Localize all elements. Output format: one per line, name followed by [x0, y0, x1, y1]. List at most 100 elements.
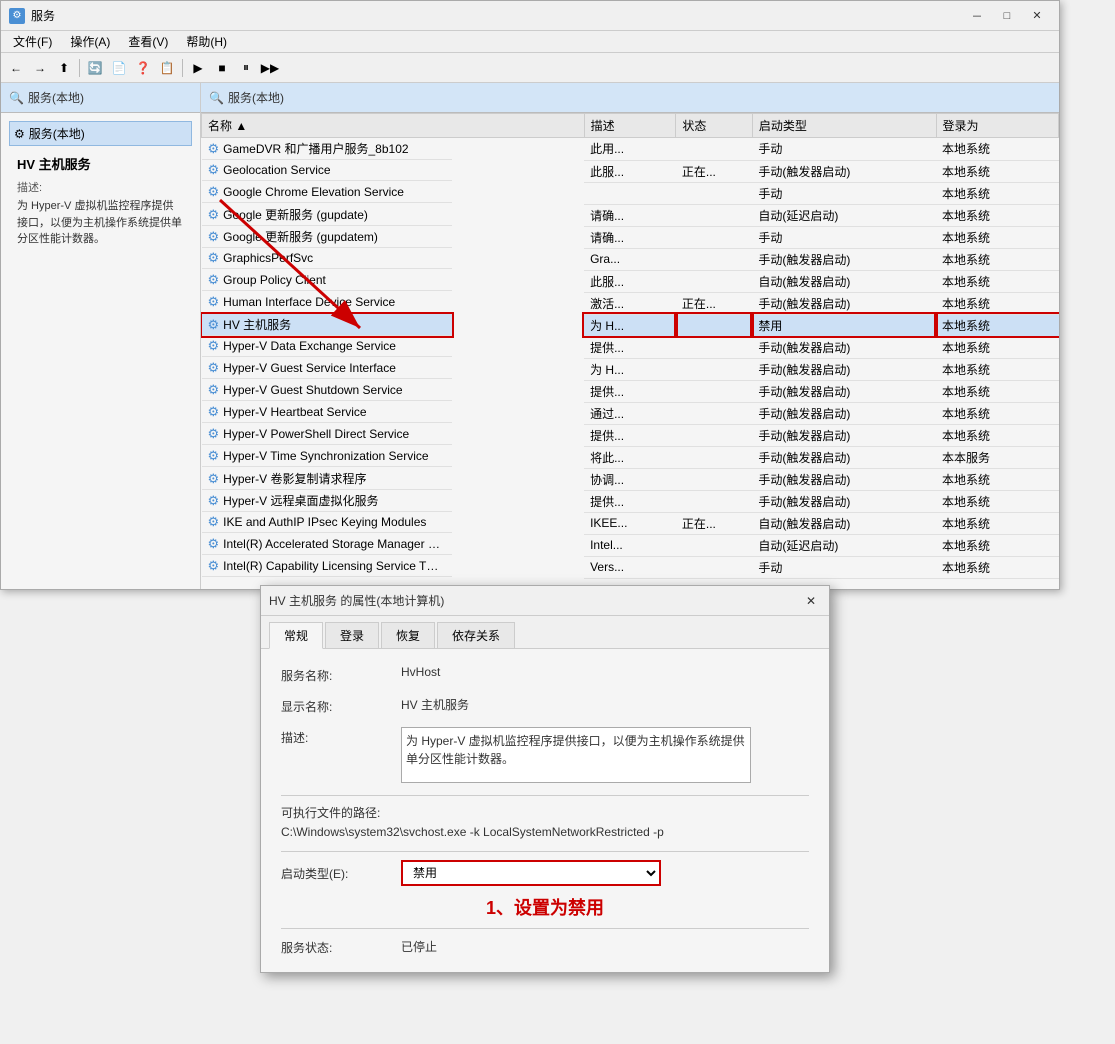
- col-header-startup[interactable]: 启动类型: [752, 114, 936, 138]
- service-status-cell: 正在...: [676, 292, 753, 314]
- tab-general[interactable]: 常规: [269, 622, 323, 649]
- up-button[interactable]: ⬆: [53, 57, 75, 79]
- desc-label: 描述:: [281, 727, 401, 746]
- menu-file[interactable]: 文件(F): [5, 31, 60, 52]
- service-gear-icon: ⚙: [208, 162, 220, 178]
- service-name-text: Google Chrome Elevation Service: [223, 185, 404, 199]
- table-row[interactable]: ⚙Intel(R) Capability Licensing Service T…: [202, 556, 1059, 578]
- service-desc-cell: 提供...: [584, 336, 676, 358]
- menu-view[interactable]: 查看(V): [120, 31, 176, 52]
- service-login-cell: 本地系统: [936, 270, 1058, 292]
- service-name-text: GraphicsPerfSvc: [223, 251, 313, 265]
- forward-button[interactable]: →: [29, 57, 51, 79]
- table-row[interactable]: ⚙Google 更新服务 (gupdate)请确...自动(延迟启动)本地系统: [202, 204, 1059, 226]
- tab-login[interactable]: 登录: [325, 622, 379, 648]
- service-desc-cell: Intel...: [584, 534, 676, 556]
- service-name-text: Google 更新服务 (gupdatem): [223, 228, 378, 245]
- table-row[interactable]: ⚙IKE and AuthIP IPsec Keying ModulesIKEE…: [202, 512, 1059, 534]
- table-row[interactable]: ⚙Hyper-V Guest Shutdown Service提供...手动(触…: [202, 380, 1059, 402]
- desc-box[interactable]: 为 Hyper-V 虚拟机监控程序提供接口，以便为主机操作系统提供单分区性能计数…: [401, 727, 751, 783]
- service-status-value: 已停止: [401, 938, 437, 955]
- dialog-content: 服务名称: HvHost 显示名称: HV 主机服务 描述: 为 Hyper-V…: [261, 649, 829, 972]
- startup-select-wrapper: 自动自动(延迟启动)手动禁用: [401, 860, 661, 886]
- service-desc-cell: 此服...: [584, 160, 676, 182]
- service-name-text: Google 更新服务 (gupdate): [223, 206, 368, 223]
- table-header-row: 名称 ▲ 描述 状态 启动类型 登录为: [202, 114, 1059, 138]
- console-button[interactable]: 📋: [156, 57, 178, 79]
- resume-button[interactable]: ▶▶: [259, 57, 281, 79]
- col-header-desc[interactable]: 描述: [584, 114, 676, 138]
- pause-button[interactable]: ⏸: [235, 57, 257, 79]
- table-row[interactable]: ⚙Hyper-V Data Exchange Service提供...手动(触发…: [202, 336, 1059, 358]
- left-panel-header-label: 服务(本地): [28, 89, 84, 106]
- table-row[interactable]: ⚙Hyper-V PowerShell Direct Service提供...手…: [202, 424, 1059, 446]
- left-panel-header-icon: 🔍: [9, 91, 24, 105]
- table-row[interactable]: ⚙Intel(R) Accelerated Storage Manager Se…: [202, 534, 1059, 556]
- run-button[interactable]: ▶: [187, 57, 209, 79]
- minimize-button[interactable]: －: [963, 6, 991, 26]
- service-name-text: GameDVR 和广播用户服务_8b102: [223, 140, 408, 157]
- table-row[interactable]: ⚙Geolocation Service此服...正在...手动(触发器启动)本…: [202, 160, 1059, 182]
- properties-dialog: HV 主机服务 的属性(本地计算机) ✕ 常规 登录 恢复 依存关系 服务名称:…: [260, 585, 830, 973]
- stop-button[interactable]: ■: [211, 57, 233, 79]
- table-row[interactable]: ⚙GameDVR 和广播用户服务_8b102此用...手动本地系统: [202, 138, 1059, 161]
- table-row[interactable]: ⚙HV 主机服务为 H...禁用本地系统: [202, 314, 1059, 336]
- service-status-cell: [676, 248, 753, 270]
- service-status-cell: [676, 138, 753, 161]
- service-startup-cell: 手动(触发器启动): [752, 160, 936, 182]
- service-startup-cell: 手动(触发器启动): [752, 490, 936, 512]
- col-header-login[interactable]: 登录为: [936, 114, 1058, 138]
- hv-info: HV 主机服务 描述: 为 Hyper-V 虚拟机监控程序提供接口，以便为主机操…: [9, 146, 192, 256]
- service-name-cell: ⚙Google 更新服务 (gupdatem): [202, 226, 452, 248]
- table-row[interactable]: ⚙Group Policy Client此服...自动(触发器启动)本地系统: [202, 270, 1059, 292]
- table-row[interactable]: ⚙Hyper-V 远程桌面虚拟化服务提供...手动(触发器启动)本地系统: [202, 490, 1059, 512]
- service-status-cell: [676, 358, 753, 380]
- service-name-cell: ⚙Intel(R) Accelerated Storage Manager Se…: [202, 534, 452, 555]
- left-panel: 🔍 服务(本地) ⚙ 服务(本地) HV 主机服务 描述: 为 Hyper-V …: [1, 83, 201, 589]
- service-name-text: Hyper-V Time Synchronization Service: [223, 449, 428, 463]
- table-row[interactable]: ⚙Human Interface Device Service激活...正在..…: [202, 292, 1059, 314]
- back-button[interactable]: ←: [5, 57, 27, 79]
- table-row[interactable]: ⚙Google Chrome Elevation Service手动本地系统: [202, 182, 1059, 204]
- app-icon: ⚙: [9, 8, 25, 24]
- table-row[interactable]: ⚙Hyper-V Guest Service Interface为 H...手动…: [202, 358, 1059, 380]
- service-name-text: Hyper-V PowerShell Direct Service: [223, 427, 409, 441]
- service-desc-cell: 请确...: [584, 226, 676, 248]
- service-desc-cell: 此服...: [584, 270, 676, 292]
- service-name-text: Intel(R) Capability Licensing Service TC…: [223, 559, 445, 573]
- main-window: ⚙ 服务 － □ ✕ 文件(F) 操作(A) 查看(V) 帮助(H) ← → ⬆…: [0, 0, 1060, 590]
- col-header-name[interactable]: 名称 ▲: [202, 114, 585, 138]
- table-row[interactable]: ⚙GraphicsPerfSvcGra...手动(触发器启动)本地系统: [202, 248, 1059, 270]
- service-desc-cell: Vers...: [584, 556, 676, 578]
- table-wrapper[interactable]: 名称 ▲ 描述 状态 启动类型 登录为 ⚙GameDVR 和广播用户服务_8b1…: [201, 113, 1059, 589]
- right-panel-header-label: 服务(本地): [228, 89, 284, 106]
- tab-recovery[interactable]: 恢复: [381, 622, 435, 648]
- service-login-cell: 本地系统: [936, 336, 1058, 358]
- service-name-text: Human Interface Device Service: [223, 295, 395, 309]
- menu-action[interactable]: 操作(A): [62, 31, 118, 52]
- service-gear-icon: ⚙: [208, 404, 220, 420]
- help-button[interactable]: ❓: [132, 57, 154, 79]
- export-button[interactable]: 📄: [108, 57, 130, 79]
- table-row[interactable]: ⚙Hyper-V Heartbeat Service通过...手动(触发器启动)…: [202, 402, 1059, 424]
- service-status-cell: [676, 468, 753, 490]
- service-desc-cell: 请确...: [584, 204, 676, 226]
- table-row[interactable]: ⚙Google 更新服务 (gupdatem)请确...手动本地系统: [202, 226, 1059, 248]
- display-name-label: 显示名称:: [281, 696, 401, 715]
- service-status-cell: [676, 490, 753, 512]
- service-local-item[interactable]: ⚙ 服务(本地): [9, 121, 192, 146]
- table-row[interactable]: ⚙Hyper-V Time Synchronization Service将此.…: [202, 446, 1059, 468]
- tab-dependencies[interactable]: 依存关系: [437, 622, 515, 648]
- right-panel: 🔍 服务(本地) 名称 ▲ 描述 状态 启动类型 登录为: [201, 83, 1059, 589]
- close-button[interactable]: ✕: [1023, 6, 1051, 26]
- table-row[interactable]: ⚙Hyper-V 卷影复制请求程序协调...手动(触发器启动)本地系统: [202, 468, 1059, 490]
- col-header-status[interactable]: 状态: [676, 114, 753, 138]
- maximize-button[interactable]: □: [993, 6, 1021, 26]
- service-login-cell: 本地系统: [936, 424, 1058, 446]
- startup-type-select[interactable]: 自动自动(延迟启动)手动禁用: [401, 860, 661, 886]
- dialog-close-button[interactable]: ✕: [801, 592, 821, 610]
- display-name-row: 显示名称: HV 主机服务: [281, 696, 809, 715]
- toolbar-separator-2: [182, 59, 183, 77]
- menu-help[interactable]: 帮助(H): [178, 31, 235, 52]
- refresh-button[interactable]: 🔄: [84, 57, 106, 79]
